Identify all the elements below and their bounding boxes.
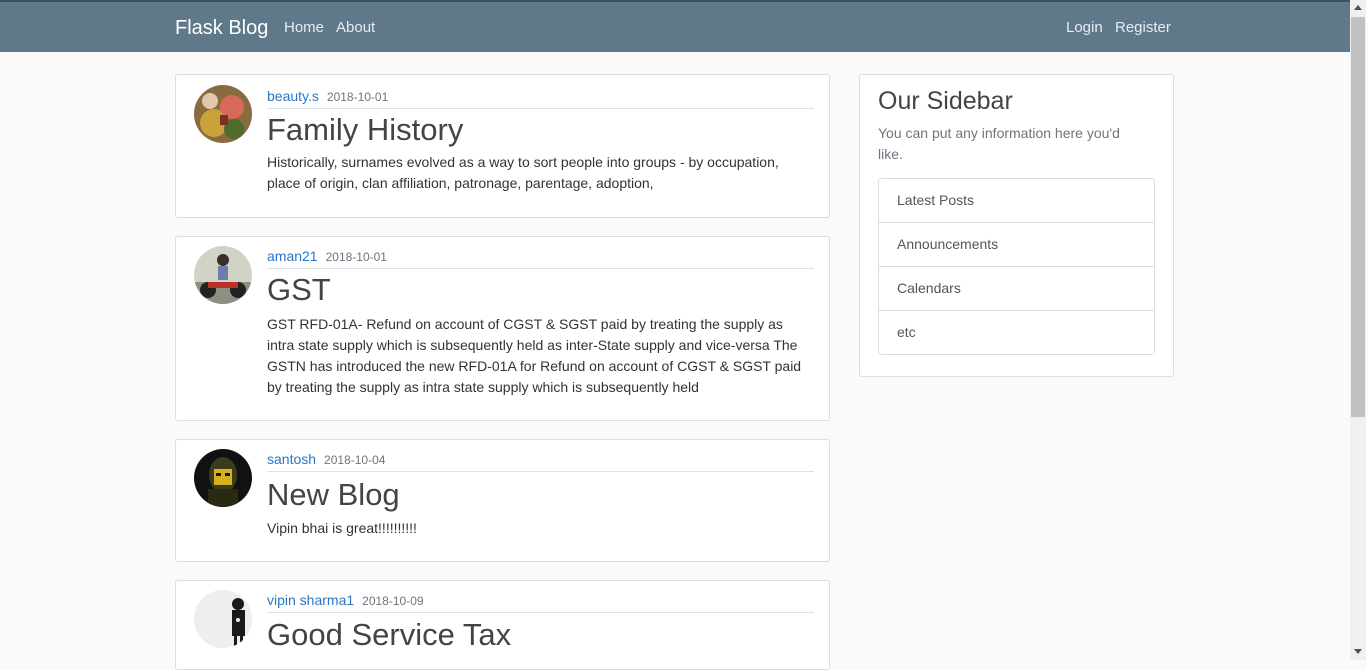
scroll-up-icon[interactable] <box>1354 5 1362 10</box>
post-meta: aman21 2018-10-01 <box>267 248 814 269</box>
avatar <box>194 449 252 507</box>
post-card: vipin sharma1 2018-10-09 Good Service Tax <box>175 580 830 670</box>
post-date: 2018-10-01 <box>325 250 387 264</box>
post-author-link[interactable]: santosh <box>267 451 316 467</box>
post-card: aman21 2018-10-01 GST GST RFD-01A- Refund… <box>175 236 830 421</box>
nav-link-home[interactable]: Home <box>284 19 324 36</box>
post-date: 2018-10-04 <box>324 453 386 467</box>
sidebar-item-announcements[interactable]: Announcements <box>879 223 1154 267</box>
post-content: Historically, surnames evolved as a way … <box>267 154 779 191</box>
nav-link-register[interactable]: Register <box>1115 19 1171 36</box>
post-title[interactable]: GST <box>267 272 331 308</box>
sidebar-title: Our Sidebar <box>878 87 1013 115</box>
vertical-scrollbar[interactable] <box>1350 0 1366 660</box>
nav-link-login[interactable]: Login <box>1066 19 1103 36</box>
post-card: santosh 2018-10-04 New Blog Vipin bhai is… <box>175 439 830 562</box>
sidebar: Our Sidebar You can put any information … <box>859 74 1174 377</box>
sidebar-item-etc[interactable]: etc <box>879 311 1154 354</box>
brand-link[interactable]: Flask Blog <box>175 17 268 40</box>
post-meta: beauty.s 2018-10-01 <box>267 88 814 109</box>
sidebar-text: You can put any information here you'd l… <box>878 125 1120 162</box>
avatar <box>194 590 252 648</box>
avatar <box>194 246 252 304</box>
post-title[interactable]: Family History <box>267 112 463 148</box>
post-author-link[interactable]: aman21 <box>267 248 318 264</box>
avatar <box>194 85 252 143</box>
post-title[interactable]: Good Service Tax <box>267 617 511 653</box>
post-content: Vipin bhai is great!!!!!!!!!! <box>267 520 417 536</box>
sidebar-list: Latest Posts Announcements Calendars etc <box>878 178 1155 355</box>
post-author-link[interactable]: beauty.s <box>267 88 319 104</box>
post-author-link[interactable]: vipin sharma1 <box>267 592 354 608</box>
post-meta: santosh 2018-10-04 <box>267 451 814 472</box>
post-date: 2018-10-09 <box>362 594 424 608</box>
navbar: Flask Blog Home About Login Register <box>0 2 1350 52</box>
post-content: GST RFD-01A- Refund on account of CGST &… <box>267 316 802 395</box>
sidebar-item-calendars[interactable]: Calendars <box>879 267 1154 311</box>
scroll-down-icon[interactable] <box>1354 649 1362 654</box>
sidebar-item-latest-posts[interactable]: Latest Posts <box>879 179 1154 223</box>
post-title[interactable]: New Blog <box>267 477 400 513</box>
post-card: beauty.s 2018-10-01 Family History Histor… <box>175 74 830 218</box>
post-date: 2018-10-01 <box>326 90 389 104</box>
nav-link-about[interactable]: About <box>336 19 375 36</box>
post-meta: vipin sharma1 2018-10-09 <box>267 592 814 613</box>
scrollbar-thumb[interactable] <box>1351 17 1365 417</box>
